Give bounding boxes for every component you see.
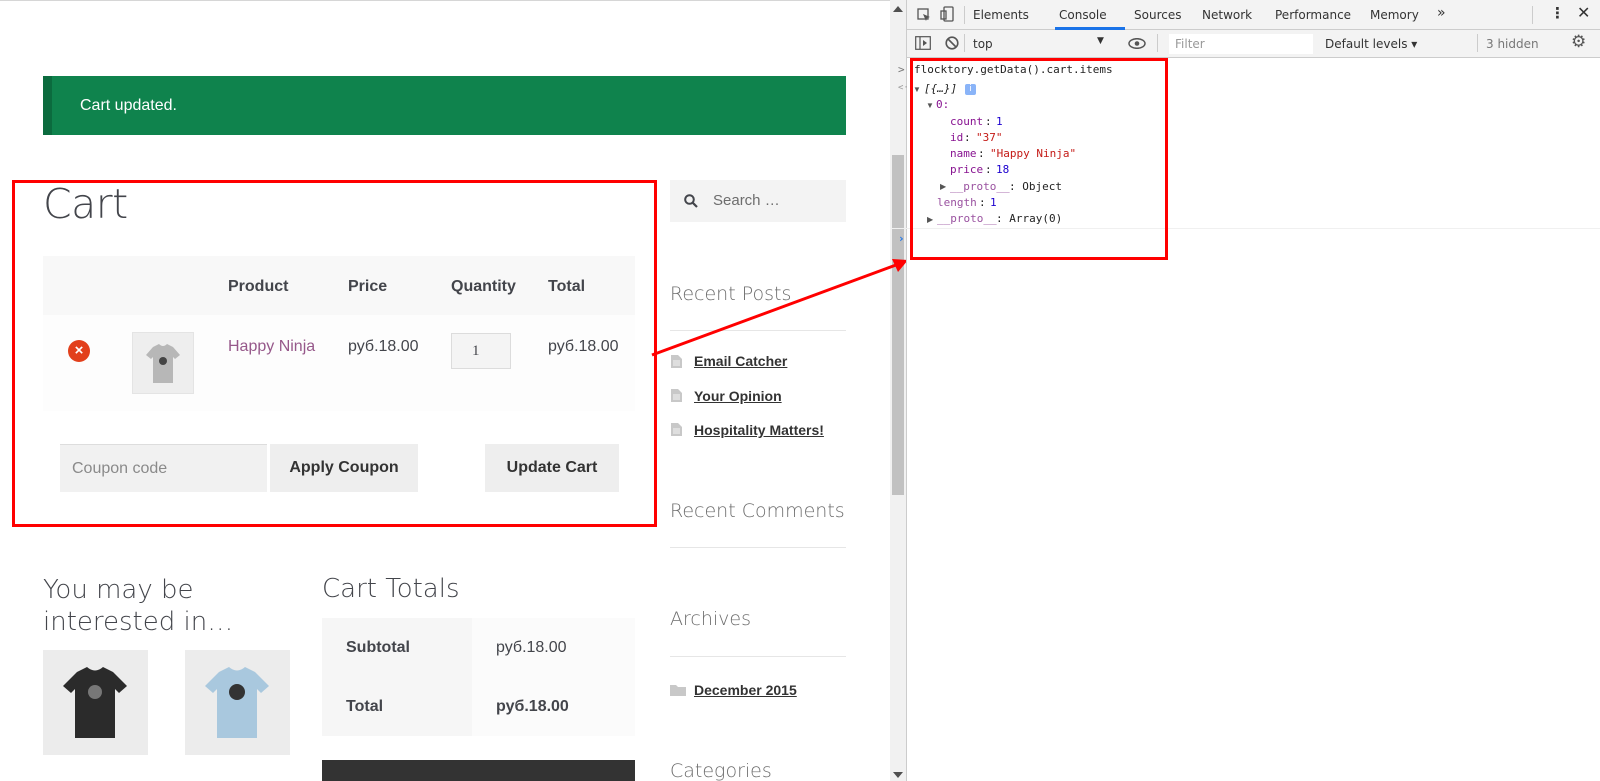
tab-memory[interactable]: Memory <box>1370 8 1419 22</box>
console-highlight-box <box>910 58 1168 260</box>
recent-comments-title: Recent Comments <box>670 500 845 522</box>
separator <box>964 34 965 52</box>
separator <box>1532 6 1533 24</box>
tab-elements[interactable]: Elements <box>973 8 1029 22</box>
separator <box>964 6 965 24</box>
separator <box>1477 34 1478 52</box>
categories-title: Categories <box>670 760 772 781</box>
document-icon <box>671 389 682 402</box>
tab-network[interactable]: Network <box>1202 8 1252 22</box>
hidden-count: 3 hidden <box>1486 37 1539 51</box>
scroll-up-arrow-icon[interactable] <box>893 6 903 12</box>
divider <box>670 656 846 657</box>
more-options-icon[interactable]: ⋮ <box>1550 4 1565 22</box>
tab-performance[interactable]: Performance <box>1275 8 1351 22</box>
folder-icon <box>670 685 686 696</box>
inspect-element-icon[interactable] <box>917 8 931 22</box>
search-icon <box>684 194 698 208</box>
cross-sells-title: You may be interested in… <box>43 575 234 637</box>
product-card-black-shirt[interactable] <box>43 650 148 755</box>
post-link-your-opinion[interactable]: Your Opinion <box>694 388 782 404</box>
chevron-down-icon[interactable]: ▼ <box>1097 36 1104 46</box>
cart-updated-notice: Cart updated. <box>43 76 846 135</box>
input-prompt-icon: > <box>898 63 905 76</box>
separator <box>1157 34 1158 52</box>
product-card-blue-shirt[interactable] <box>185 650 290 755</box>
console-filter-input[interactable]: Filter <box>1169 34 1313 54</box>
subtotal-label: Subtotal <box>322 618 472 677</box>
tab-console[interactable]: Console <box>1059 8 1107 22</box>
result-arrow-icon: <· <box>898 83 909 93</box>
scroll-down-arrow-icon[interactable] <box>893 772 903 778</box>
close-devtools-icon[interactable]: ✕ <box>1577 3 1590 22</box>
more-tabs-icon[interactable]: » <box>1437 5 1446 21</box>
show-sidebar-icon[interactable] <box>915 36 931 50</box>
log-levels-select[interactable]: Default levels ▾ <box>1325 37 1417 51</box>
archive-link-december-2015[interactable]: December 2015 <box>694 682 797 698</box>
web-page: Cart updated. Cart Product Price Quantit… <box>0 0 890 781</box>
post-link-hospitality-matters[interactable]: Hospitality Matters! <box>694 422 824 438</box>
console-settings-gear-icon[interactable]: ⚙ <box>1571 32 1586 52</box>
cart-highlight-box <box>12 180 657 527</box>
clear-console-icon[interactable] <box>945 36 959 50</box>
annotation-arrow <box>651 259 908 357</box>
device-toolbar-icon[interactable] <box>940 6 956 22</box>
tab-sources[interactable]: Sources <box>1134 8 1181 22</box>
total-label: Total <box>322 677 472 736</box>
live-expression-eye-icon[interactable] <box>1128 38 1146 49</box>
divider <box>670 547 846 548</box>
total-value: руб.18.00 <box>472 677 635 736</box>
context-select[interactable]: top <box>973 37 993 51</box>
cart-totals-title: Cart Totals <box>322 574 460 604</box>
proceed-to-checkout-button[interactable] <box>322 760 635 781</box>
archives-title: Archives <box>670 608 751 630</box>
tshirt-image-blue <box>205 667 269 738</box>
console-toolbar: top ▼ Filter Default levels ▾ 3 hidden ⚙ <box>907 30 1600 58</box>
tshirt-image-black <box>63 667 127 738</box>
cart-totals-table: Subtotal руб.18.00 Total руб.18.00 <box>322 618 635 736</box>
console-input-prompt[interactable]: › <box>898 232 905 245</box>
subtotal-value: руб.18.00 <box>472 618 635 677</box>
devtools-tab-bar: Elements Console Sources Network Perform… <box>907 0 1600 30</box>
top-border <box>0 0 890 1</box>
document-icon <box>671 423 682 436</box>
